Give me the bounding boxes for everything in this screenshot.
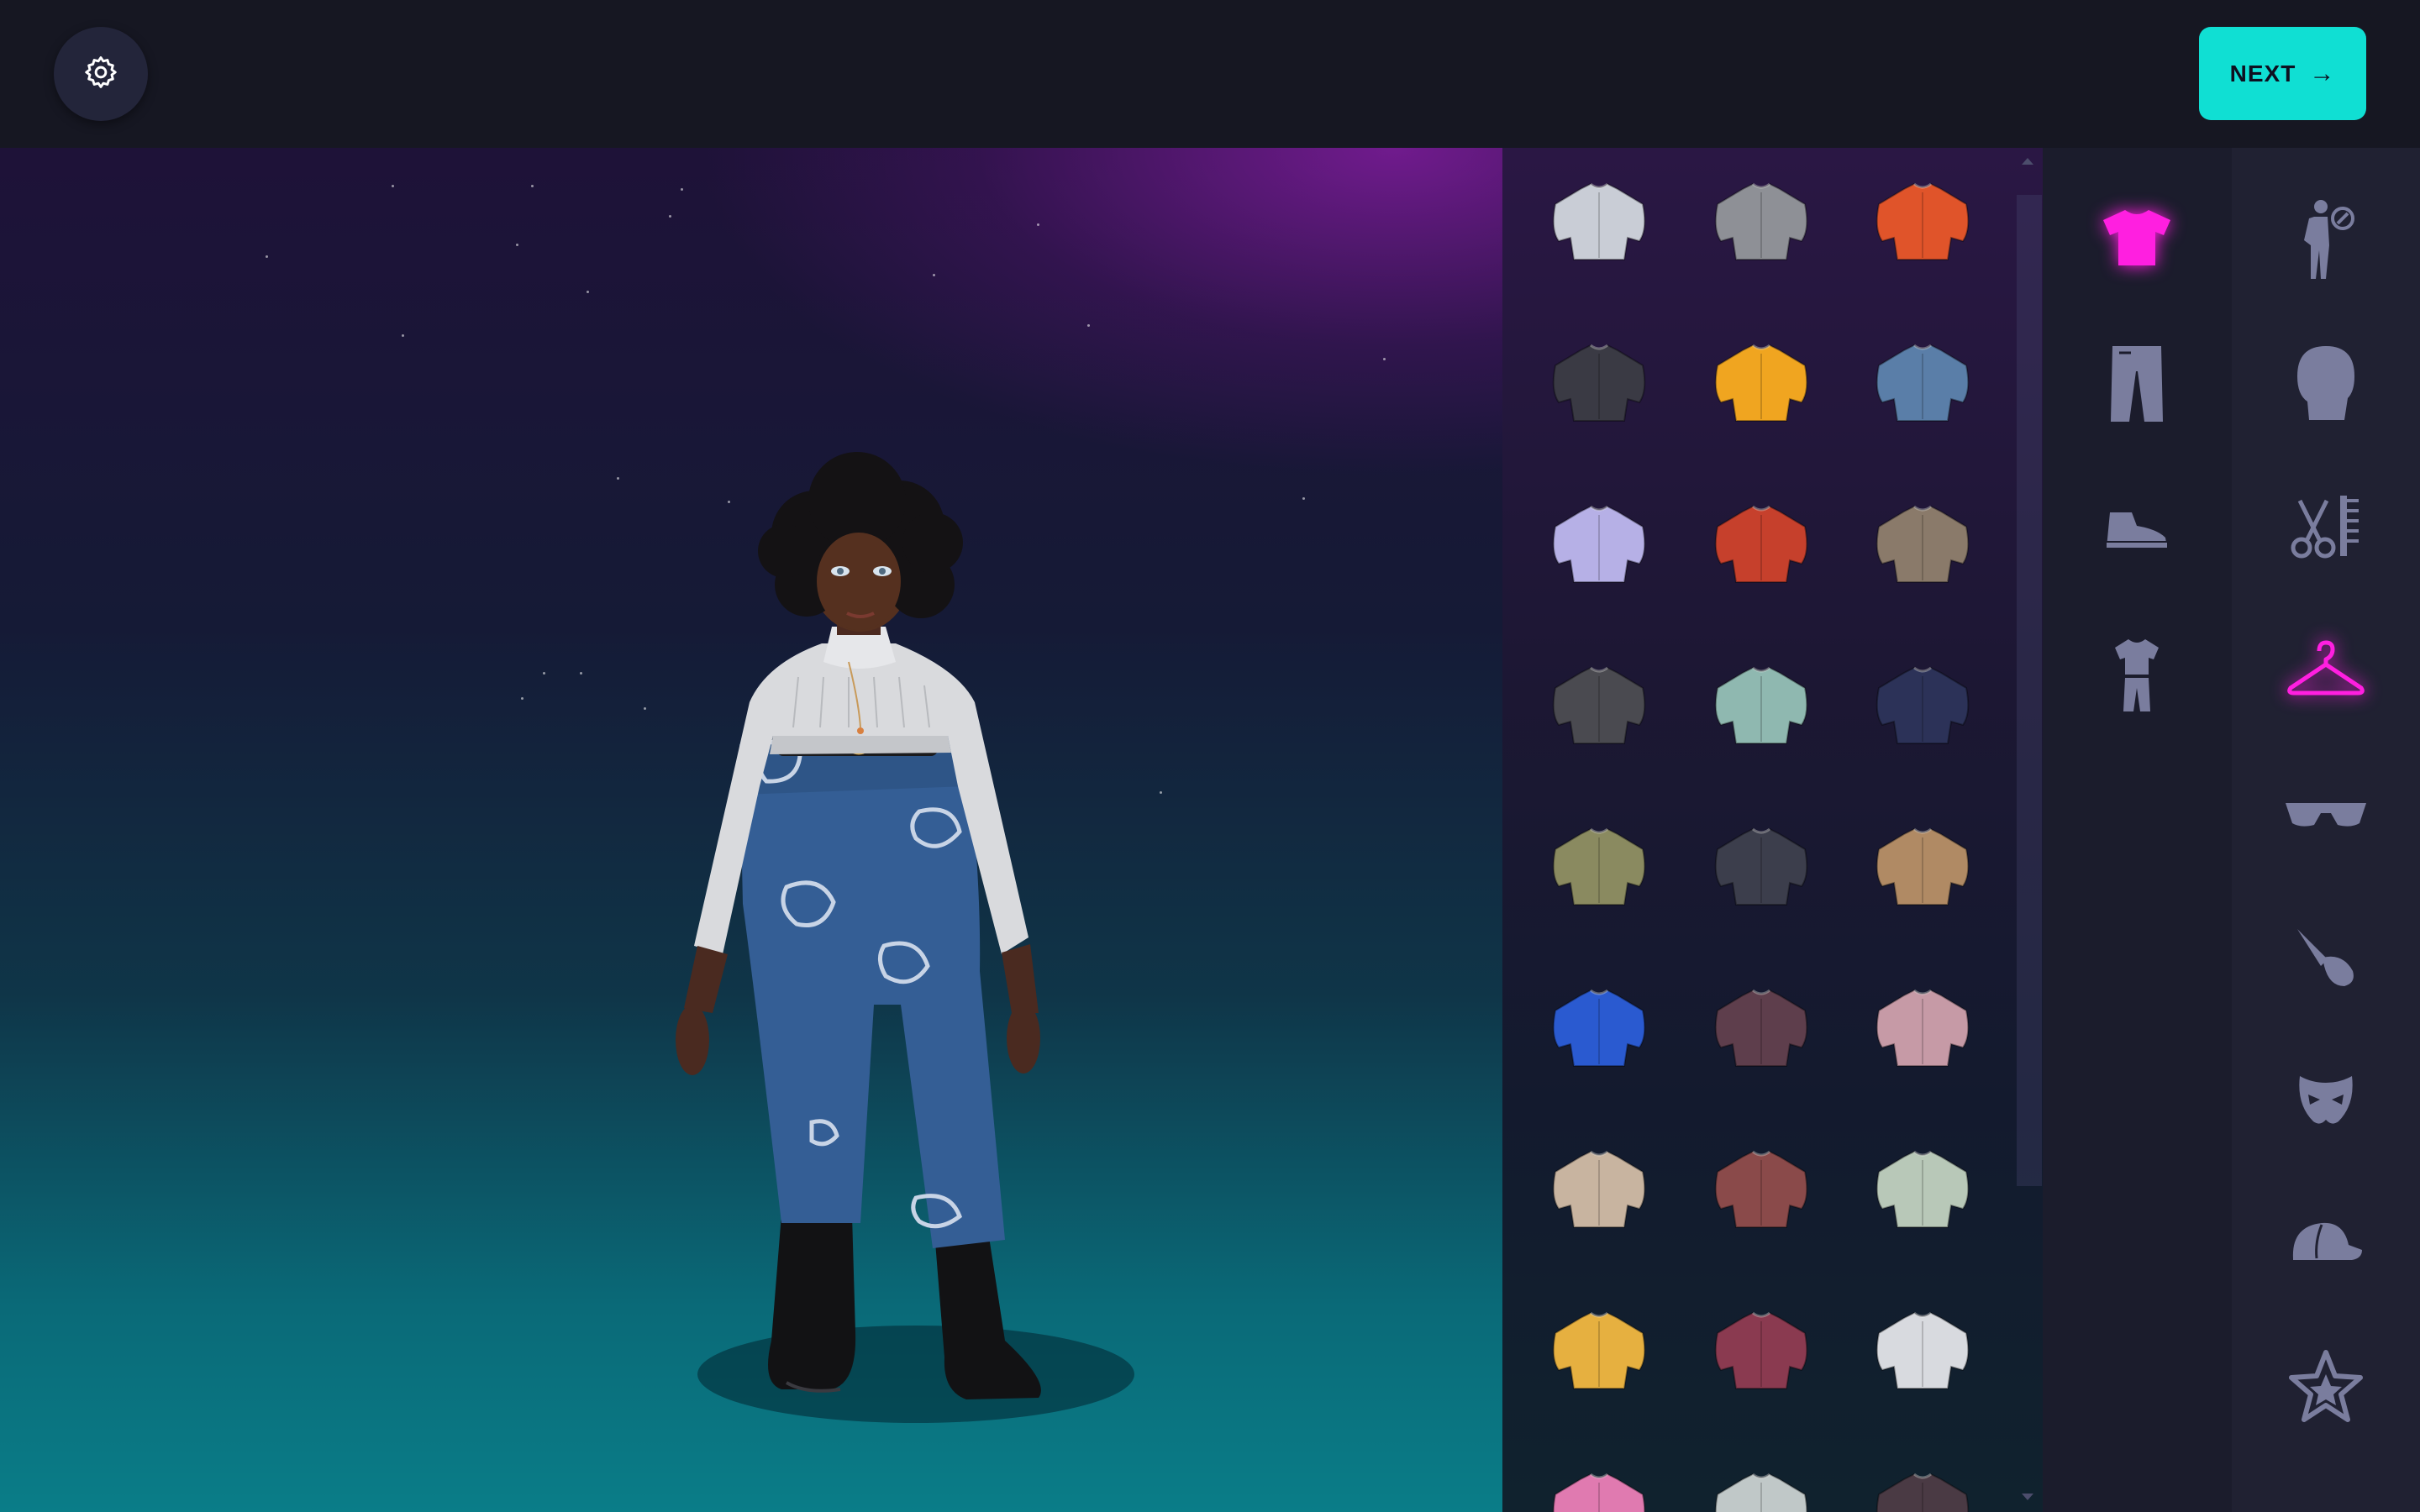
item-cream-hoodie[interactable] — [1536, 1126, 1662, 1252]
makeup-brush-icon — [2292, 924, 2360, 995]
arrow-right-icon: → — [2309, 59, 2336, 87]
category-item-hair[interactable] — [2275, 477, 2376, 578]
category-item-head[interactable] — [2275, 334, 2376, 435]
category-item-glasses[interactable] — [2275, 766, 2376, 867]
subcategory-panel — [2043, 148, 2232, 1512]
category-item-body[interactable] — [2275, 192, 2376, 292]
category-item-makeup[interactable] — [2275, 909, 2376, 1010]
item-grey-denim-jacket[interactable] — [1698, 158, 1824, 284]
category-panel — [2232, 148, 2420, 1512]
item-charcoal-sweater[interactable] — [1698, 803, 1824, 929]
item-navy-hoodie[interactable] — [1860, 642, 1986, 768]
head-icon — [2292, 343, 2360, 428]
mask-icon — [2296, 1071, 2355, 1134]
item-silver-puffer[interactable] — [1698, 1448, 1824, 1512]
item-orange-puffer-jacket[interactable] — [1860, 158, 1986, 284]
tshirt-icon — [2100, 207, 2174, 271]
item-beige-coat-scarf[interactable] — [1860, 480, 1986, 606]
item-yellow-hoodie[interactable] — [1698, 319, 1824, 445]
gear-icon — [82, 54, 119, 95]
item-denim-jacket[interactable] — [1860, 319, 1986, 445]
scroll-down-icon[interactable] — [2022, 1494, 2033, 1500]
item-white-hoodie[interactable] — [1860, 1287, 1986, 1413]
category-item-clothing[interactable] — [2275, 620, 2376, 721]
item-pastel-colorblock-hoodie[interactable] — [1860, 964, 1986, 1090]
subcategory-item-shoes[interactable] — [2086, 480, 2187, 581]
item-yellow-stripe-jacket[interactable] — [1536, 1287, 1662, 1413]
star-icon — [2288, 1349, 2364, 1427]
item-white-tshirt[interactable] — [1536, 158, 1662, 284]
subcategory-item-bottoms[interactable] — [2086, 334, 2187, 435]
subcategory-item-tops[interactable] — [2086, 188, 2187, 289]
item-mint-hoodie[interactable] — [1698, 642, 1824, 768]
outfit-icon — [2113, 638, 2160, 717]
item-red-black-bomber[interactable] — [1698, 480, 1824, 606]
settings-button[interactable] — [54, 27, 148, 121]
item-dark-plaid-jacket[interactable] — [1860, 1448, 1986, 1512]
category-item-headwear[interactable] — [2275, 1194, 2376, 1295]
next-button[interactable]: NEXT → — [2199, 27, 2366, 120]
avatar-figure[interactable] — [0, 148, 1502, 1512]
sunglasses-icon — [2284, 798, 2368, 836]
avatar-preview-stage[interactable] — [0, 148, 1502, 1512]
cap-icon — [2288, 1216, 2364, 1274]
item-plum-hoodie[interactable] — [1698, 964, 1824, 1090]
sneaker-icon — [2103, 504, 2170, 559]
item-blue-print-sweater[interactable] — [1536, 964, 1662, 1090]
body-icon — [2292, 198, 2360, 286]
item-camo-jacket[interactable] — [1536, 803, 1662, 929]
items-panel — [1502, 148, 2043, 1512]
item-black-parka[interactable] — [1536, 642, 1662, 768]
items-scrollbar[interactable] — [2017, 195, 2042, 1186]
item-maroon-tshirt[interactable] — [1698, 1287, 1824, 1413]
category-item-masks[interactable] — [2275, 1052, 2376, 1152]
hanger-icon — [2286, 639, 2366, 702]
item-sage-cardigan[interactable] — [1860, 1126, 1986, 1252]
scissors-comb-icon — [2288, 492, 2364, 564]
item-graffiti-puffer-jacket[interactable] — [1536, 319, 1662, 445]
category-item-favorites[interactable] — [2275, 1337, 2376, 1438]
item-floral-jacket[interactable] — [1536, 1448, 1662, 1512]
next-label: NEXT — [2229, 60, 2296, 87]
item-holographic-puffer-jacket[interactable] — [1536, 480, 1662, 606]
top-bar: NEXT → — [0, 0, 2420, 148]
subcategory-item-outfits[interactable] — [2086, 627, 2187, 727]
item-maroon-grey-bomber[interactable] — [1698, 1126, 1824, 1252]
item-tan-sweater[interactable] — [1860, 803, 1986, 929]
scroll-up-icon[interactable] — [2022, 158, 2033, 165]
pants-icon — [2107, 343, 2166, 428]
